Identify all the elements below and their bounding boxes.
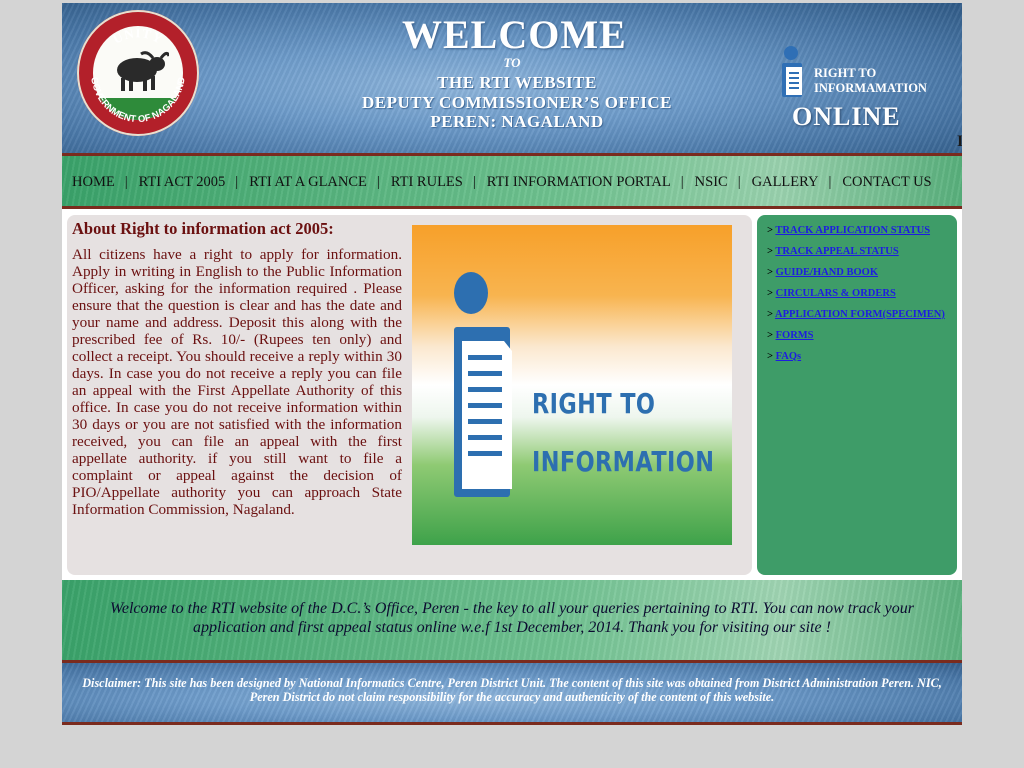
- rti-banner-image: RIGHT TO INFORMATION: [412, 225, 732, 545]
- bullet-icon: >: [767, 351, 773, 362]
- nav-separator: |: [472, 174, 476, 190]
- disclaimer-text: Disclaimer: This site has been designed …: [82, 676, 942, 704]
- quick-link-circulars-orders[interactable]: > CIRCULARS & ORDERS: [767, 288, 945, 309]
- seal-ring-text: UNITY GOVERNMENT OF NAGALAND: [88, 25, 188, 125]
- marquee-text: I: [957, 133, 962, 150]
- rti-online-title: ONLINE: [792, 102, 901, 131]
- nav-item-rti-rules[interactable]: RTI RULES |: [391, 174, 487, 191]
- nagaland-seal-logo: UNITY GOVERNMENT OF NAGALAND: [77, 10, 199, 136]
- nav-separator: |: [680, 174, 684, 190]
- seal-top-text: UNITY: [110, 25, 164, 46]
- header-banner: UNITY GOVERNMENT OF NAGALAND WELCOME TO …: [62, 3, 962, 153]
- bullet-icon: >: [767, 288, 773, 299]
- nav-item-home[interactable]: HOME |: [72, 174, 139, 191]
- quick-links-list: > TRACK APPLICATION STATUS > TRACK APPEA…: [767, 225, 945, 372]
- nav-separator: |: [235, 174, 239, 190]
- welcome-heading: WELCOME: [402, 12, 627, 57]
- bullet-icon: >: [767, 267, 773, 278]
- quick-link-faqs[interactable]: > FAQs: [767, 351, 945, 372]
- disclaimer-divider: [62, 722, 962, 725]
- rti-info-icon: [454, 272, 512, 497]
- welcome-line-location: PEREN: NAGALAND: [430, 112, 604, 131]
- welcome-message: Welcome to the RTI website of the D.C.’s…: [109, 600, 915, 636]
- rti-image-line2: INFORMATION: [532, 445, 715, 478]
- bullet-icon: >: [767, 309, 773, 320]
- nav-separator: |: [124, 174, 128, 190]
- bullet-icon: >: [767, 330, 773, 341]
- svg-text:UNITY: UNITY: [110, 25, 165, 46]
- quick-link-track-application[interactable]: > TRACK APPLICATION STATUS: [767, 225, 945, 246]
- about-title: About Right to information act 2005:: [72, 219, 334, 238]
- rti-logo-line1: RIGHT TO: [814, 66, 877, 80]
- nav-item-nsic[interactable]: NSIC |: [695, 174, 752, 191]
- seal-bottom-text: GOVERNMENT OF NAGALAND: [88, 76, 188, 125]
- rti-person-icon: [782, 46, 802, 97]
- nav-separator: |: [828, 174, 832, 190]
- welcome-to: TO: [503, 55, 521, 70]
- rti-image-caption: RIGHT TO INFORMATION: [532, 375, 714, 491]
- nav-item-rti-act-2005[interactable]: RTI ACT 2005 |: [139, 174, 250, 191]
- welcome-line-office: DEPUTY COMMISSIONER’S OFFICE: [362, 93, 672, 112]
- bullet-icon: >: [767, 246, 773, 257]
- nav-item-contact-us[interactable]: CONTACT US: [842, 174, 931, 191]
- svg-text:GOVERNMENT OF NAGALAND: GOVERNMENT OF NAGALAND: [88, 76, 188, 125]
- bullet-icon: >: [767, 225, 773, 236]
- rti-logo-line2: INFORMAMATION: [814, 81, 927, 95]
- quick-link-guide-handbook[interactable]: > GUIDE/HAND BOOK: [767, 267, 945, 288]
- quick-link-forms[interactable]: > FORMS: [767, 330, 945, 351]
- nav-separator: |: [376, 174, 380, 190]
- quick-link-track-appeal[interactable]: > TRACK APPEAL STATUS: [767, 246, 945, 267]
- nav-item-rti-at-a-glance[interactable]: RTI AT A GLANCE |: [249, 174, 391, 191]
- quick-link-application-form[interactable]: > APPLICATION FORM(SPECIMEN): [767, 309, 945, 330]
- about-body: All citizens have a right to apply for i…: [72, 246, 402, 518]
- nav-separator: |: [737, 174, 741, 190]
- nav-item-gallery[interactable]: GALLERY |: [752, 174, 843, 191]
- welcome-line-site: THE RTI WEBSITE: [437, 73, 597, 92]
- rti-logo-text: RIGHT TO INFORMAMATION: [814, 66, 962, 96]
- nav-item-rti-information-portal[interactable]: RTI INFORMATION PORTAL |: [487, 174, 695, 191]
- main-nav: HOME | RTI ACT 2005 | RTI AT A GLANCE | RTI…: [62, 156, 962, 206]
- rti-image-line1: RIGHT TO: [532, 387, 656, 420]
